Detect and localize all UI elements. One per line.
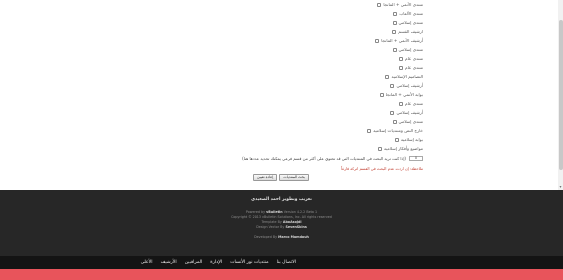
forum-option-label: منتدى الألعاب bbox=[399, 11, 423, 16]
forum-option-label: منتدى إسلامي bbox=[398, 47, 423, 52]
reset-button[interactable]: إعادة تعيين bbox=[253, 174, 278, 181]
forum-option[interactable]: أرشيف الأنمي + المانجا bbox=[375, 36, 423, 45]
forum-option-label: التصاميم الإسلامية bbox=[391, 74, 423, 79]
page-scrollbar[interactable]: ▾ bbox=[558, 0, 563, 190]
subforum-depth-input[interactable]: 0 bbox=[409, 156, 423, 161]
nav-link-contact[interactable]: الاتصال بنا bbox=[277, 260, 296, 265]
checkbox-icon[interactable] bbox=[393, 11, 398, 16]
forum-option[interactable]: مواضيع وأفكار إسلامية bbox=[377, 144, 423, 153]
forum-option[interactable]: منتدى الألعاب bbox=[393, 9, 423, 18]
forum-option[interactable]: منتدى الأنمي + المانجا bbox=[377, 0, 423, 9]
powered-by-name[interactable]: vBulletin bbox=[266, 210, 283, 214]
checkbox-icon[interactable] bbox=[392, 20, 397, 25]
scrollbar-thumb[interactable] bbox=[558, 20, 563, 170]
template-credit-name[interactable]: AboAsojdi bbox=[283, 220, 302, 224]
bottom-nav-links: الأعلى الأرشيف المراقبين الإدارة منتديات… bbox=[141, 256, 296, 269]
forum-option-label: مواضيع وأفكار إسلامية bbox=[383, 146, 423, 151]
powered-by-label: Powered by bbox=[245, 210, 266, 214]
forum-option-label: منتدى إسلامي bbox=[398, 20, 423, 25]
nav-link-forums[interactable]: منتديات نور الأنسات bbox=[230, 260, 268, 265]
developer-credit-name[interactable]: Marco Mamdouh bbox=[278, 235, 309, 239]
checkbox-icon[interactable] bbox=[390, 83, 395, 88]
search-red-note: ملاحظة: إن اردت عدم البحث في القسم اتركه… bbox=[341, 166, 423, 171]
accent-strip bbox=[0, 269, 563, 280]
forum-option[interactable]: أرشيف إسلامي bbox=[390, 108, 423, 117]
checkbox-icon[interactable] bbox=[377, 2, 382, 7]
design-credit-name[interactable]: SevenSkins bbox=[285, 225, 306, 229]
checkbox-icon[interactable] bbox=[385, 74, 390, 79]
forum-option-label: منتدى عام bbox=[405, 101, 423, 106]
design-credit-label: Design Vector By bbox=[256, 225, 285, 229]
forum-option-label: أرشيف إسلامي bbox=[396, 110, 423, 115]
developer-credit: Developed By Marco Mamdouh bbox=[0, 235, 563, 239]
subforum-depth-row: (إذا كنت تريد البحث في المنتديات التي قد… bbox=[242, 156, 423, 161]
form-buttons: إعادة تعيين بحث المنتديات bbox=[253, 174, 309, 181]
forum-option[interactable]: ارشيف القسم bbox=[392, 27, 423, 36]
nav-link-admin[interactable]: الإدارة bbox=[210, 260, 222, 265]
checkbox-icon[interactable] bbox=[399, 101, 404, 106]
template-credit-label: Template By bbox=[261, 220, 282, 224]
checkbox-icon[interactable] bbox=[392, 29, 397, 34]
nav-link-top[interactable]: الأعلى bbox=[141, 260, 153, 265]
forum-option-label: منتدى إسلامي bbox=[398, 119, 423, 124]
checkbox-icon[interactable] bbox=[392, 47, 397, 52]
checkbox-icon[interactable] bbox=[390, 110, 395, 115]
forum-option-label: خارج النص ومنتديات إسلامية bbox=[373, 128, 423, 133]
checkbox-icon[interactable] bbox=[367, 128, 372, 133]
forum-option[interactable]: منتدى إسلامي bbox=[392, 45, 423, 54]
developer-credit-label: Developed By bbox=[254, 235, 278, 239]
subforum-depth-note: (إذا كنت تريد البحث في المنتديات التي قد… bbox=[242, 156, 406, 161]
powered-by-line: Powered by vBulletin Version 4.2.2 Beta … bbox=[0, 210, 563, 214]
scroll-down-arrow-icon[interactable]: ▾ bbox=[558, 184, 563, 189]
forum-option-label: منتدى الأنمي + المانجا bbox=[383, 2, 423, 7]
search-form-area: منتدى الأنمي + المانجا منتدى الألعاب منت… bbox=[0, 0, 563, 190]
copyright-line: Copyright © 2013 vBulletin Solutions, In… bbox=[231, 215, 332, 219]
template-credit: Template By AboAsojdi bbox=[0, 220, 563, 224]
forum-option-label: ارشيف القسم bbox=[398, 29, 423, 34]
forum-option[interactable]: خارج النص ومنتديات إسلامية bbox=[367, 126, 423, 135]
forum-option[interactable]: بوابة إسلامية bbox=[394, 135, 423, 144]
checkbox-icon[interactable] bbox=[375, 38, 380, 43]
forum-option[interactable]: بوابة الأنمي + المانجا bbox=[379, 90, 423, 99]
checkbox-icon[interactable] bbox=[379, 92, 384, 97]
bottom-nav-bar: الأعلى الأرشيف المراقبين الإدارة منتديات… bbox=[0, 256, 563, 269]
powered-by-version: Version 4.2.2 Beta 1 bbox=[283, 210, 318, 214]
forum-option-label: أرشيف الأنمي + المانجا bbox=[381, 38, 423, 43]
footer-title: تعريب وتطوير احمد الصعيدي bbox=[251, 197, 312, 202]
forum-option-label: بوابة إسلامية bbox=[400, 137, 423, 142]
forum-option[interactable]: منتدى عام bbox=[399, 63, 423, 72]
forum-option-label: منتدى عام bbox=[405, 56, 423, 61]
checkbox-icon[interactable] bbox=[377, 146, 382, 151]
forum-option[interactable]: منتدى عام bbox=[399, 54, 423, 63]
forum-option[interactable]: التصاميم الإسلامية bbox=[385, 72, 423, 81]
design-credit: Design Vector By SevenSkins bbox=[0, 225, 563, 229]
forum-option-label: بوابة الأنمي + المانجا bbox=[385, 92, 423, 97]
forum-option[interactable]: منتدى إسلامي bbox=[392, 117, 423, 126]
checkbox-icon[interactable] bbox=[399, 56, 404, 61]
checkbox-icon[interactable] bbox=[394, 137, 399, 142]
forum-option[interactable]: منتدى إسلامي bbox=[392, 18, 423, 27]
nav-link-archive[interactable]: الأرشيف bbox=[161, 260, 177, 265]
checkbox-icon[interactable] bbox=[392, 119, 397, 124]
site-footer: تعريب وتطوير احمد الصعيدي Powered by vBu… bbox=[0, 190, 563, 256]
checkbox-icon[interactable] bbox=[399, 65, 404, 70]
forum-option-label: منتدى عام bbox=[405, 65, 423, 70]
forum-option[interactable]: منتدى عام bbox=[399, 99, 423, 108]
search-forums-button[interactable]: بحث المنتديات bbox=[279, 174, 309, 181]
forum-option[interactable]: أرشيف إسلامي bbox=[390, 81, 423, 90]
nav-link-moderators[interactable]: المراقبين bbox=[185, 260, 203, 265]
forum-option-label: أرشيف إسلامي bbox=[396, 83, 423, 88]
